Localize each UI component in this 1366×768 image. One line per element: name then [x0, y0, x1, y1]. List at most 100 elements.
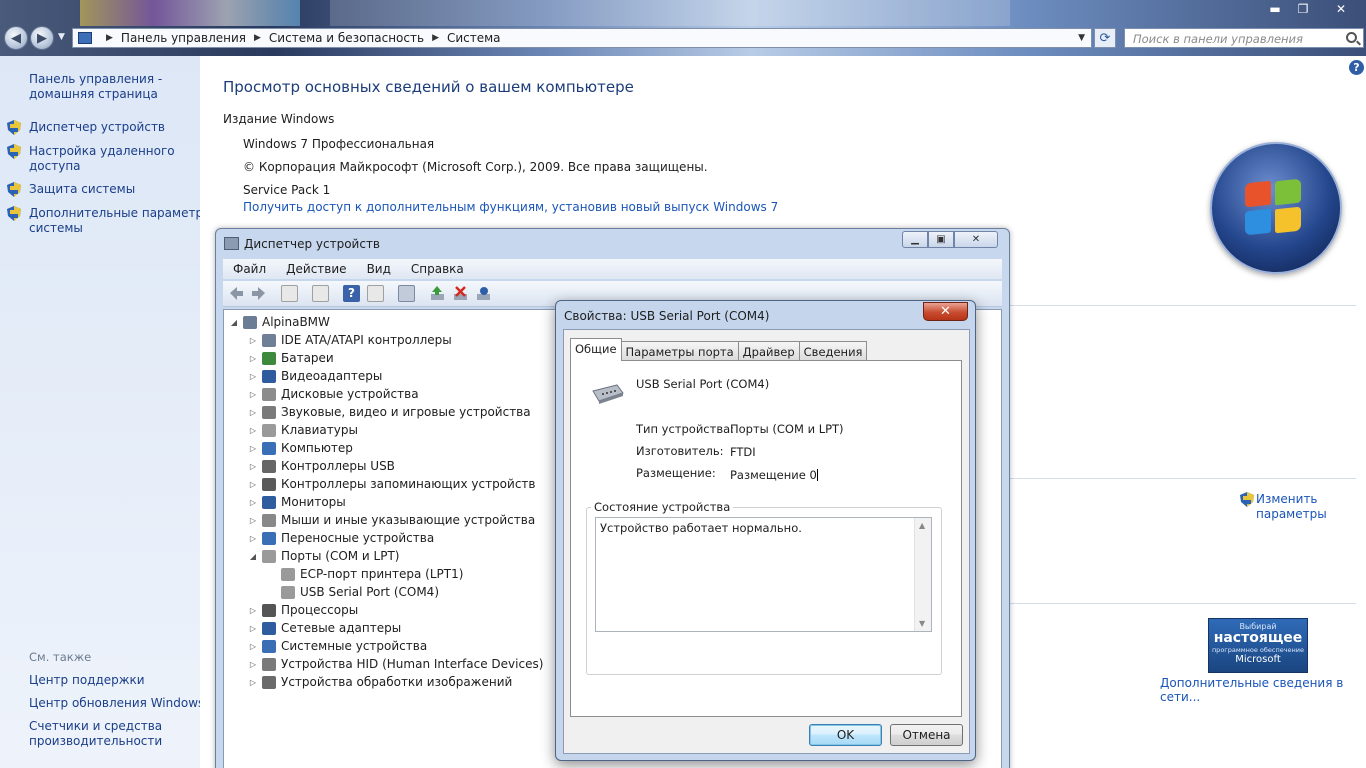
scroll-down-icon[interactable]: ▼ [919, 619, 925, 628]
expand-icon[interactable]: ▷ [248, 462, 258, 471]
expand-icon[interactable]: ▷ [248, 372, 258, 381]
tree-item[interactable]: ▷ Видеоадаптеры [248, 367, 382, 385]
menu-file[interactable]: Файл [223, 262, 276, 276]
tree-item[interactable]: ▷ Системные устройства [248, 637, 427, 655]
expand-icon[interactable]: ▷ [248, 390, 258, 399]
expand-icon[interactable]: ▷ [248, 480, 258, 489]
see-also-action-center[interactable]: Центр поддержки [29, 673, 145, 688]
expand-icon[interactable]: ▷ [248, 354, 258, 363]
tree-item[interactable]: ▷ Батареи [248, 349, 334, 367]
tree-item[interactable]: ▷ Мыши и иные указывающие устройства [248, 511, 535, 529]
chevron-right-icon[interactable]: ▶ [432, 33, 439, 43]
sidebar-item-remote-settings[interactable]: Настройка удаленного доступа [29, 144, 175, 174]
menu-view[interactable]: Вид [357, 262, 401, 276]
close-button[interactable]: ✕ [954, 231, 998, 248]
tab-general[interactable]: Общие [570, 338, 622, 361]
location-value-field[interactable]: Размещение 0 [730, 468, 818, 482]
tree-item[interactable]: ▷ Клавиатуры [248, 421, 358, 439]
control-panel-home-link[interactable]: Панель управления - домашняя страница [29, 72, 162, 102]
collapse-icon[interactable]: ◢ [248, 552, 258, 561]
minimize-button[interactable]: ▁ [902, 231, 928, 248]
sidebar-item-system-protection[interactable]: Защита системы [29, 182, 135, 197]
upgrade-link[interactable]: Получить доступ к дополнительным функция… [243, 200, 778, 214]
show-hide-tree-button[interactable] [281, 285, 298, 302]
tree-item[interactable]: USB Serial Port (COM4) [267, 583, 439, 601]
sidebar-item-device-manager[interactable]: Диспетчер устройств [29, 120, 165, 135]
cancel-button[interactable]: Отмена [890, 724, 963, 746]
menu-action[interactable]: Действие [276, 262, 356, 276]
menu-help[interactable]: Справка [401, 262, 474, 276]
tree-item[interactable]: ▷ IDE ATA/ATAPI контроллеры [248, 331, 452, 349]
change-settings-link[interactable]: Изменить параметры [1256, 492, 1327, 522]
genuine-microsoft-badge[interactable]: Выбирай настоящее программное обеспечени… [1208, 618, 1308, 673]
tree-item[interactable]: ▷ Переносные устройства [248, 529, 434, 547]
tree-item[interactable]: ECP-порт принтера (LPT1) [267, 565, 463, 583]
refresh-button[interactable]: ⟳ [1094, 28, 1116, 48]
tab-details[interactable]: Сведения [798, 341, 868, 361]
tree-item[interactable]: ◢ Порты (COM и LPT) [248, 547, 400, 565]
help-icon[interactable]: ? [1349, 60, 1364, 75]
view-button[interactable] [367, 285, 384, 302]
disable-button[interactable] [475, 285, 492, 302]
scan-hardware-button[interactable] [398, 285, 415, 302]
expand-icon[interactable]: ▷ [248, 678, 258, 687]
back-button[interactable]: ◀ [4, 26, 28, 50]
expand-icon[interactable]: ▷ [248, 336, 258, 345]
tree-item[interactable]: ▷ Процессоры [248, 601, 358, 619]
tree-item[interactable]: ▷ Дисковые устройства [248, 385, 419, 403]
chevron-right-icon[interactable]: ▶ [254, 33, 261, 43]
tree-item[interactable]: ▷ Сетевые адаптеры [248, 619, 401, 637]
update-driver-button[interactable] [429, 285, 446, 302]
forward-button[interactable]: ▶ [30, 26, 54, 50]
expand-icon[interactable]: ▷ [248, 426, 258, 435]
expand-icon[interactable]: ▷ [248, 606, 258, 615]
help-button[interactable]: ? [343, 285, 360, 302]
tree-item[interactable]: ▷ Устройства HID (Human Interface Devices… [248, 655, 543, 673]
expand-icon[interactable]: ▷ [248, 660, 258, 669]
more-info-online-link[interactable]: Дополнительные сведения в сети... [1160, 676, 1366, 704]
ok-button[interactable]: OK [809, 724, 882, 746]
see-also-performance[interactable]: Счетчики и средства производительности [29, 719, 162, 749]
tree-item[interactable]: ▷ Компьютер [248, 439, 353, 457]
search-input[interactable]: Поиск в панели управления [1124, 28, 1364, 48]
breadcrumb-control-panel[interactable]: Панель управления [121, 31, 246, 45]
maximize-button[interactable]: ❐ [1288, 0, 1318, 18]
expand-icon[interactable]: ▷ [248, 534, 258, 543]
tab-driver[interactable]: Драйвер [737, 341, 800, 361]
chevron-down-icon[interactable]: ▼ [1078, 33, 1085, 43]
expand-icon[interactable]: ▷ [248, 444, 258, 453]
breadcrumb-system[interactable]: Система [447, 31, 501, 45]
search-icon[interactable] [1346, 32, 1357, 43]
vertical-scrollbar[interactable]: ▲ ▼ [914, 518, 931, 631]
minimize-button[interactable]: ▬ [1260, 0, 1290, 18]
address-bar[interactable]: ▶ Панель управления ▶ Система и безопасн… [72, 28, 1092, 48]
sidebar-item-advanced-settings[interactable]: Дополнительные параметры системы [29, 206, 213, 236]
properties-button[interactable] [312, 285, 329, 302]
scroll-up-icon[interactable]: ▲ [919, 521, 925, 530]
breadcrumb-system-security[interactable]: Система и безопасность [269, 31, 424, 45]
tree-item[interactable]: ▷ Звуковые, видео и игровые устройства [248, 403, 531, 421]
windows-logo [1210, 142, 1342, 274]
uninstall-button[interactable] [452, 285, 469, 302]
tree-item[interactable]: ▷ Устройства обработки изображений [248, 673, 512, 691]
tree-root[interactable]: ◢ AlpinaBMW [229, 313, 330, 331]
collapse-icon[interactable]: ◢ [229, 318, 239, 327]
tree-item[interactable]: ▷ Контроллеры запоминающих устройств [248, 475, 536, 493]
see-also-windows-update[interactable]: Центр обновления Windows [29, 696, 204, 711]
tree-item[interactable]: ▷ Мониторы [248, 493, 346, 511]
recent-pages-dropdown[interactable]: ▼ [58, 32, 65, 42]
expand-icon[interactable]: ▷ [248, 624, 258, 633]
expand-icon[interactable]: ▷ [248, 516, 258, 525]
close-button[interactable]: ✕ [923, 302, 968, 321]
device-status-textbox[interactable]: Устройство работает нормально. ▲ ▼ [595, 517, 932, 632]
tab-port-settings[interactable]: Параметры порта [620, 341, 739, 361]
tree-item[interactable]: ▷ Контроллеры USB [248, 457, 395, 475]
chevron-right-icon[interactable]: ▶ [106, 33, 113, 43]
expand-icon[interactable]: ▷ [248, 642, 258, 651]
forward-button[interactable] [250, 285, 267, 302]
expand-icon[interactable]: ▷ [248, 498, 258, 507]
back-button[interactable] [228, 285, 245, 302]
expand-icon[interactable]: ▷ [248, 408, 258, 417]
close-button[interactable]: ✕ [1324, 0, 1358, 18]
maximize-button[interactable]: ▣ [928, 231, 954, 248]
